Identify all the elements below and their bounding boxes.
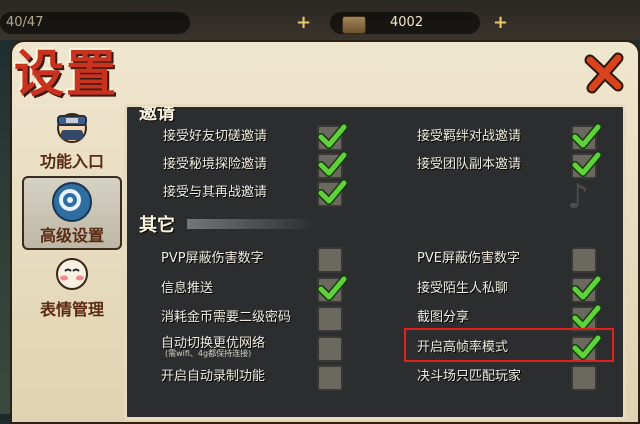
- page-title: 设置: [14, 44, 118, 103]
- settings-content: ♪ 邀请 其它 接受好友切磋邀请 接受羁绊对战邀请接受秘境探险邀请 接受团队副本邀请…: [124, 104, 626, 420]
- option-checkbox[interactable]: [571, 365, 597, 391]
- checkmark-icon: [317, 123, 347, 149]
- option-checkbox[interactable]: [317, 123, 347, 151]
- option-checkbox[interactable]: [317, 275, 347, 303]
- resource-stamina: 40/47: [0, 12, 190, 34]
- option-label: 接受羁绊对战邀请: [417, 129, 522, 144]
- ninja-head-icon: [54, 108, 90, 144]
- gear-icon: [52, 182, 92, 222]
- option-label: 消耗金币需要二级密码: [161, 310, 292, 325]
- option-label: 信息推送: [161, 281, 214, 296]
- option-checkbox[interactable]: [317, 365, 343, 391]
- close-icon: [584, 52, 624, 94]
- close-button[interactable]: [584, 52, 626, 94]
- option-label: PVP屏蔽伤害数字: [161, 251, 264, 266]
- option-label: 接受与其再战邀请: [163, 185, 268, 200]
- sidebar-item-label: 功能入口: [39, 152, 104, 171]
- checkmark-icon: [317, 151, 347, 177]
- stamina-value: 40/47: [6, 15, 44, 30]
- option-label: 开启自动录制功能: [161, 369, 266, 384]
- option-label: 决斗场只匹配玩家: [417, 369, 522, 384]
- sidebar-item-advanced-settings[interactable]: 高级设置: [22, 176, 122, 250]
- option-label: 接受好友切磋邀请: [163, 129, 268, 144]
- emote-face-icon: [54, 256, 90, 292]
- section-title-invite: 邀请: [139, 104, 175, 124]
- sidebar-item-label: 表情管理: [39, 300, 104, 319]
- option-label: 接受团队副本邀请: [417, 157, 522, 172]
- option-checkbox[interactable]: [571, 275, 601, 303]
- checkmark-icon: [571, 275, 601, 301]
- option-label: PVE屏蔽伤害数字: [417, 251, 520, 266]
- option-checkbox[interactable]: [571, 123, 601, 151]
- option-checkbox[interactable]: [571, 247, 597, 273]
- option-checkbox[interactable]: [317, 247, 343, 273]
- add-stamina-button[interactable]: +: [296, 14, 311, 32]
- coin-icon: [342, 16, 366, 34]
- option-label: 接受秘境探险邀请: [163, 157, 268, 172]
- option-checkbox[interactable]: [317, 336, 343, 362]
- sidebar-item-features[interactable]: 功能入口: [24, 104, 120, 174]
- option-checkbox[interactable]: [571, 151, 601, 179]
- option-label: 截图分享: [417, 310, 470, 325]
- option-checkbox[interactable]: [317, 306, 343, 332]
- checkmark-icon: [317, 179, 347, 205]
- section-divider: [187, 219, 317, 229]
- checkmark-icon: [571, 123, 601, 149]
- option-sublabel: (需wifi、4g都保持连接): [165, 349, 252, 358]
- sidebar-item-label: 高级设置: [39, 226, 104, 245]
- coins-value: 4002: [390, 15, 424, 30]
- checkmark-icon: [317, 275, 347, 301]
- highlight-box: [404, 328, 614, 362]
- music-note-icon: ♪: [567, 177, 589, 217]
- sidebar-item-emotes[interactable]: 表情管理: [24, 252, 120, 322]
- option-checkbox[interactable]: [317, 179, 347, 207]
- add-coins-button[interactable]: +: [493, 14, 508, 32]
- option-checkbox[interactable]: [317, 151, 347, 179]
- section-title-other: 其它: [139, 211, 317, 237]
- checkmark-icon: [571, 151, 601, 177]
- option-label: 接受陌生人私聊: [417, 281, 509, 296]
